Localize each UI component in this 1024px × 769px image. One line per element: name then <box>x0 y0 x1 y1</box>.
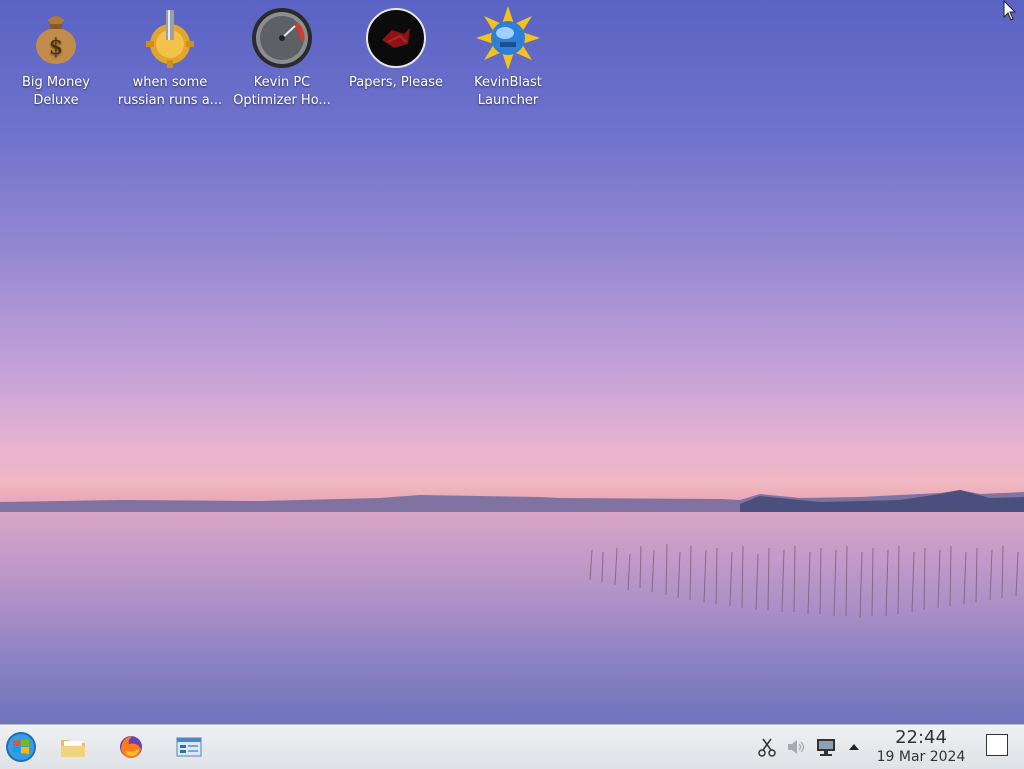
desktop-icon-label: Big Money Deluxe <box>21 75 90 108</box>
desktop-icon-label: when some russian runs a... <box>117 75 223 108</box>
gear-icon <box>146 10 194 68</box>
desktop-icon-label: KevinBlast Launcher <box>474 75 542 108</box>
desktop-icon-papers-please[interactable]: Papers, Please <box>342 6 450 92</box>
expand-up-icon[interactable] <box>843 736 865 758</box>
desktop-icon-russian-runs[interactable]: when some russian runs a... <box>116 6 224 110</box>
mouse-cursor-icon <box>1003 0 1017 21</box>
folder-icon[interactable] <box>57 731 89 763</box>
money-bag-icon: $ <box>36 16 76 64</box>
desktop-icon-label: Kevin PC Optimizer Ho... <box>233 75 331 108</box>
network-icon[interactable] <box>815 736 837 758</box>
globe-star-icon <box>476 6 540 70</box>
desktop-icon-label: Papers, Please <box>348 75 444 90</box>
volume-muted-icon[interactable] <box>785 736 807 758</box>
desktop-icon-kevin-pc-optimizer[interactable]: Kevin PC Optimizer Ho... <box>228 6 336 110</box>
desktop-icon-kevinblast-launcher[interactable]: KevinBlast Launcher <box>454 6 562 110</box>
papers-please-icon <box>366 8 426 68</box>
clock-time: 22:44 <box>895 727 947 748</box>
taskbar: 22:44 19 Mar 2024 <box>0 724 1024 769</box>
clock[interactable]: 22:44 19 Mar 2024 <box>866 728 976 766</box>
desktop-icon-big-money-deluxe[interactable]: $ Big Money Deluxe <box>2 6 110 110</box>
windows-start-icon[interactable] <box>5 731 37 763</box>
reeds <box>589 543 1019 619</box>
control-panel-icon[interactable] <box>173 731 205 763</box>
firefox-icon[interactable] <box>115 731 147 763</box>
scissors-icon[interactable] <box>756 736 778 758</box>
desktop: $ Big Money Deluxe when some russian run… <box>0 0 1024 724</box>
clock-date: 19 Mar 2024 <box>876 749 966 765</box>
svg-text:$: $ <box>49 35 63 60</box>
show-desktop-button[interactable] <box>986 734 1008 756</box>
speedometer-icon <box>252 8 312 68</box>
